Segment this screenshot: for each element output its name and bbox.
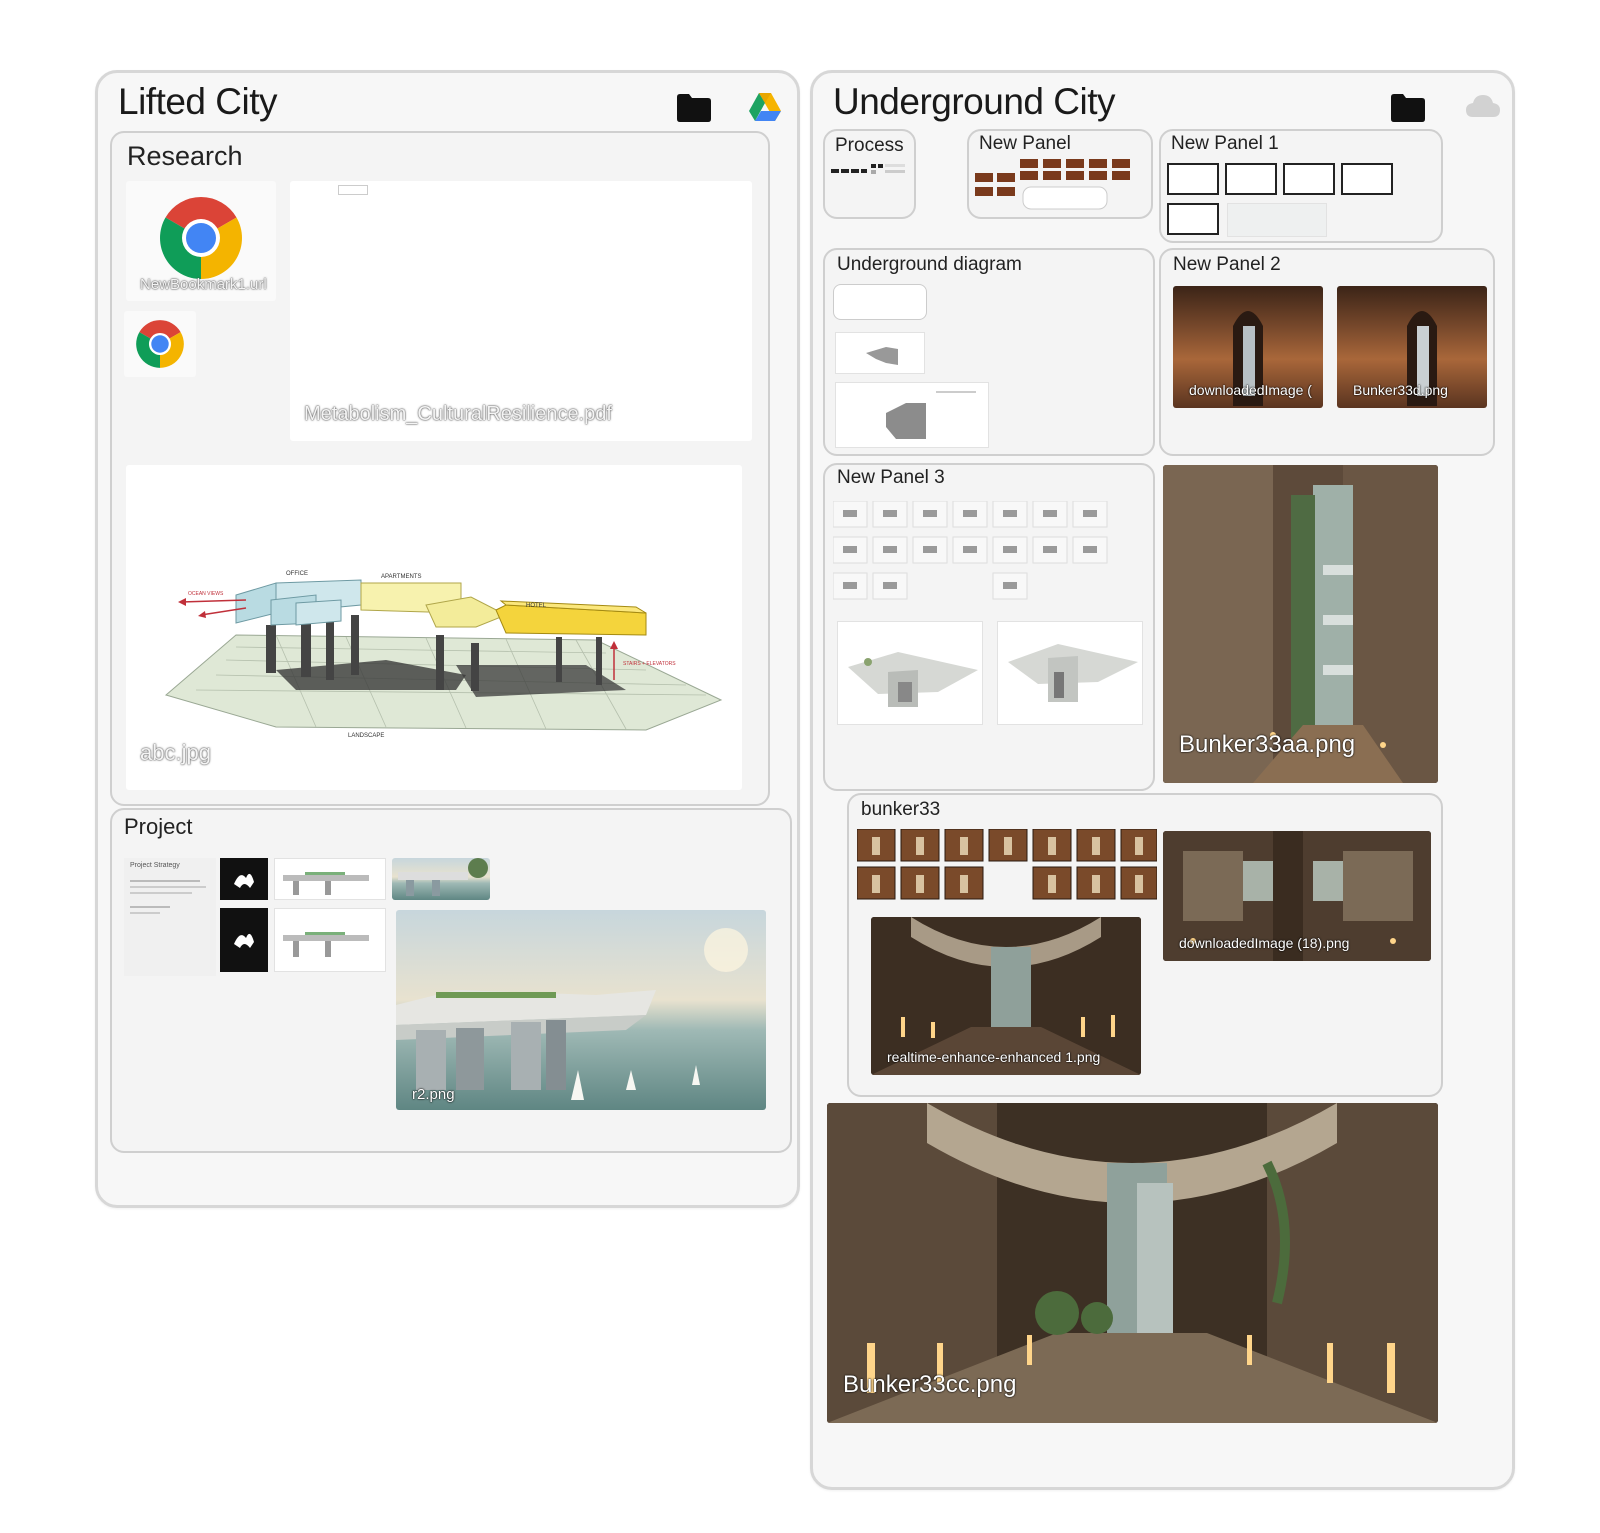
pdf-label: Metabolism_CulturalResilience.pdf	[304, 403, 612, 425]
diagram-label: abc.jpg	[140, 740, 211, 765]
render-image[interactable]: r2.png	[396, 910, 766, 1110]
panel-process[interactable]: Process	[823, 129, 916, 219]
lifted-city-render	[396, 928, 748, 1100]
image-card[interactable]: downloadedImage (18).png	[1163, 831, 1431, 961]
image-thumbnail-grid[interactable]	[856, 828, 1158, 901]
image-label: Bunker33d.png	[1353, 382, 1448, 398]
chrome-icon	[135, 319, 185, 369]
folder-icon[interactable]	[676, 93, 712, 123]
image-label: Bunker33cc.png	[843, 1371, 1017, 1398]
diagram-label-office: OFFICE	[286, 571, 308, 577]
image-thumbnail[interactable]	[1227, 203, 1327, 237]
bookmark-card-small[interactable]	[124, 311, 196, 377]
pdf-card[interactable]: Metabolism_CulturalResilience.pdf	[290, 181, 752, 441]
diagram-label-ocean-views: OCEAN VIEWS	[188, 591, 224, 597]
panel-new-panel[interactable]: New Panel	[967, 129, 1153, 219]
new-panel-thumbnails	[975, 159, 1130, 210]
empty-text-card[interactable]	[833, 284, 927, 320]
image-card[interactable]: Bunker33aa.png	[1163, 465, 1438, 783]
panel-new-panel-1[interactable]: New Panel 1	[1159, 129, 1443, 243]
panel-title: Underground diagram	[837, 254, 1022, 275]
image-label: realtime-enhance-enhanced 1.png	[887, 1049, 1101, 1065]
image-thumbnail[interactable]	[1167, 163, 1219, 195]
panel-title: New Panel 1	[1171, 133, 1279, 154]
logo-thumbnail[interactable]	[220, 908, 268, 972]
model-thumbnail[interactable]	[274, 908, 386, 972]
document-thumbnail[interactable]: Project Strategy	[124, 858, 216, 976]
panel-title: New Panel	[979, 133, 1071, 154]
panel-title: bunker33	[861, 799, 941, 820]
bookmark-label: NewBookmark1.url	[140, 276, 267, 293]
diagram-thumbnail[interactable]	[835, 332, 925, 374]
model-render[interactable]	[997, 621, 1143, 725]
image-thumbnail[interactable]	[1283, 163, 1335, 195]
diagram-label-hotel: HOTEL	[526, 603, 547, 609]
image-label: Bunker33aa.png	[1179, 731, 1356, 758]
diagram-thumbnail[interactable]	[835, 382, 989, 448]
chrome-icon	[158, 195, 244, 281]
google-drive-icon[interactable]	[748, 91, 782, 123]
document-heading: Project Strategy	[130, 862, 180, 869]
image-thumbnail[interactable]	[1341, 163, 1393, 195]
board-title: Lifted City	[118, 81, 278, 122]
panel-research[interactable]: Research NewBookmark1.url Metabolism_Cul…	[110, 131, 770, 806]
panel-title: Research	[127, 141, 243, 171]
board-lifted-city[interactable]: Lifted City Research NewBookmark1.url Me…	[95, 70, 800, 1208]
render-thumbnail[interactable]	[392, 858, 490, 900]
panel-new-panel-3[interactable]: New Panel 3	[823, 463, 1155, 791]
panel-bunker33[interactable]: bunker33 downloadedImage (18).png realti…	[847, 793, 1443, 1097]
diagram-card[interactable]: OFFICE APARTMENTS HOTEL OCEAN VIEWS STAI…	[126, 465, 742, 790]
panel-title: Process	[835, 135, 904, 156]
panel-underground-diagram[interactable]: Underground diagram	[823, 248, 1155, 456]
render-label: r2.png	[412, 1086, 455, 1103]
diagram-label-landscape: LANDSCAPE	[348, 733, 384, 739]
model-thumbnail[interactable]	[274, 858, 386, 900]
diagram-label-apartments: APARTMENTS	[381, 574, 421, 580]
logo-thumbnail[interactable]	[220, 858, 268, 900]
panel-title: Project	[124, 814, 193, 839]
image-card[interactable]: downloadedImage (	[1173, 286, 1323, 408]
bookmark-card[interactable]: NewBookmark1.url	[126, 181, 276, 301]
panel-project[interactable]: Project Project Strategy r2.png	[110, 808, 792, 1153]
pdf-page-thumbnail	[338, 185, 368, 195]
model-render[interactable]	[837, 621, 983, 725]
image-label: downloadedImage (	[1189, 382, 1312, 398]
image-card[interactable]: Bunker33cc.png	[827, 1103, 1438, 1423]
image-thumbnail[interactable]	[1167, 203, 1219, 235]
board-underground-city[interactable]: Underground City Process New Panel New P…	[810, 70, 1515, 1490]
image-card[interactable]: realtime-enhance-enhanced 1.png	[871, 917, 1141, 1075]
image-thumbnail[interactable]	[1225, 163, 1277, 195]
panel-new-panel-2[interactable]: New Panel 2 downloadedImage ( Bunker33d.…	[1159, 248, 1495, 456]
diagram-label-stairs: STAIRS + ELEVATORS	[623, 661, 676, 667]
folder-icon[interactable]	[1390, 93, 1426, 123]
panel-title: New Panel 2	[1173, 254, 1281, 275]
model-thumbnail-grid[interactable]	[832, 500, 1113, 601]
cloud-icon[interactable]	[1465, 93, 1501, 119]
lifted-city-diagram: OFFICE APARTMENTS HOTEL OCEAN VIEWS STAI…	[164, 571, 723, 739]
panel-title: New Panel 3	[837, 467, 945, 488]
image-card[interactable]: Bunker33d.png	[1337, 286, 1487, 408]
process-thumbnails	[831, 164, 905, 174]
image-label: downloadedImage (18).png	[1179, 935, 1350, 951]
board-title: Underground City	[833, 81, 1115, 122]
